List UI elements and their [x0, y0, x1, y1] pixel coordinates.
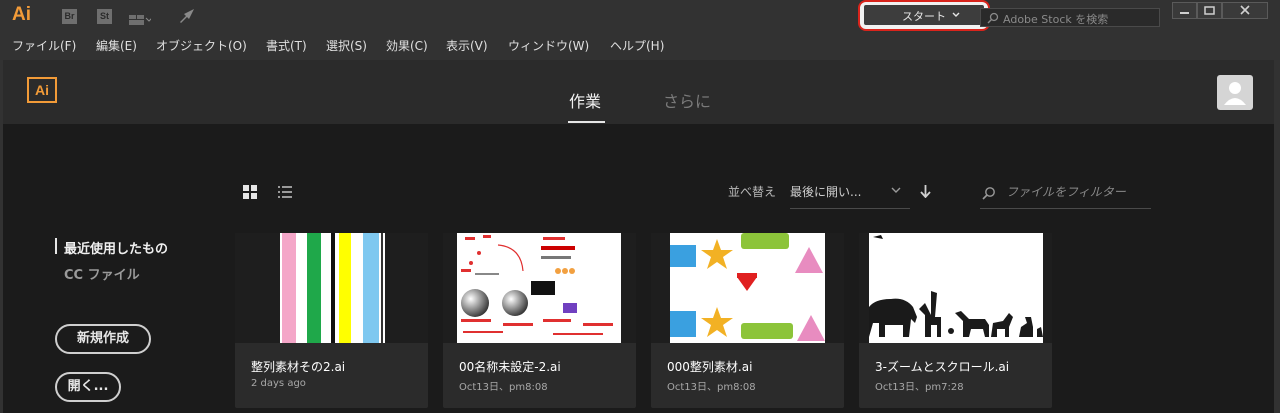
menu-effect[interactable]: 効果(C): [386, 37, 428, 54]
search-icon: [982, 187, 995, 200]
close-button[interactable]: [1222, 2, 1268, 19]
sort-dropdown[interactable]: 最後に開い...: [790, 178, 910, 209]
menu-view[interactable]: 表示(V): [446, 37, 488, 54]
stock-icon[interactable]: St: [97, 9, 112, 24]
file-name: 3-ズームとスクロール.ai: [875, 360, 1010, 374]
file-name: 000整列素材.ai: [667, 360, 753, 374]
file-date: Oct13日、pm7:28: [875, 382, 964, 393]
sort-direction-icon[interactable]: [920, 185, 931, 198]
file-date: Oct13日、pm8:08: [667, 382, 756, 393]
menu-select[interactable]: 選択(S): [326, 37, 367, 54]
chevron-down-icon: [891, 187, 901, 193]
sidebar-active-indicator: [55, 238, 57, 254]
filter-placeholder: ファイルをフィルター: [1006, 185, 1126, 199]
title-bar: Ai Br St スタート Adobe Stock を検索: [0, 0, 1280, 32]
sidebar-item-recent[interactable]: 最近使用したもの: [64, 238, 168, 257]
file-card[interactable]: 整列素材その2.ai 2 days ago: [235, 233, 428, 408]
file-thumbnail: [443, 233, 636, 343]
file-date: 2 days ago: [251, 378, 306, 389]
home-header: [3, 60, 1274, 124]
file-thumbnail: [859, 233, 1052, 343]
file-filter-input[interactable]: ファイルをフィルター: [980, 178, 1151, 209]
tab-work[interactable]: 作業: [569, 88, 601, 112]
stock-search-input[interactable]: Adobe Stock を検索: [980, 8, 1160, 27]
active-tab-indicator: [568, 121, 605, 123]
menu-window[interactable]: ウィンドウ(W): [508, 37, 589, 54]
sort-value: 最後に開い...: [790, 185, 862, 199]
stock-search-placeholder: Adobe Stock を検索: [1003, 13, 1109, 26]
menu-type[interactable]: 書式(T): [266, 37, 307, 54]
app-logo: Ai: [12, 4, 31, 25]
arrange-documents-icon[interactable]: [129, 11, 153, 25]
menu-edit[interactable]: 編集(E): [96, 37, 137, 54]
user-icon: [1224, 82, 1246, 105]
list-view-icon[interactable]: [278, 184, 292, 198]
minimize-button[interactable]: [1172, 2, 1197, 19]
workspace-label: スタート: [902, 10, 946, 23]
maximize-button[interactable]: [1197, 2, 1222, 19]
menu-help[interactable]: ヘルプ(H): [610, 37, 664, 54]
sidebar-item-cc-files[interactable]: CC ファイル: [64, 264, 140, 283]
open-file-button[interactable]: 開く...: [55, 372, 121, 402]
menu-file[interactable]: ファイル(F): [12, 37, 76, 54]
home-app-logo: Ai: [27, 77, 57, 103]
menu-bar: ファイル(F) 編集(E) オブジェクト(O) 書式(T) 選択(S) 効果(C…: [0, 32, 1280, 56]
file-date: Oct13日、pm8:08: [459, 382, 548, 393]
menu-object[interactable]: オブジェクト(O): [156, 37, 247, 54]
file-card[interactable]: 000整列素材.ai Oct13日、pm8:08: [651, 233, 844, 408]
workspace-dropdown[interactable]: スタート: [864, 5, 984, 25]
user-avatar[interactable]: [1217, 75, 1253, 110]
file-name: 00名称未設定-2.ai: [459, 360, 561, 374]
chevron-down-icon: [952, 12, 960, 17]
file-card[interactable]: 3-ズームとスクロール.ai Oct13日、pm7:28: [859, 233, 1052, 408]
workspace-switcher[interactable]: スタート: [858, 0, 990, 31]
gpu-performance-icon[interactable]: [178, 8, 196, 24]
sort-label: 並べ替え: [728, 185, 777, 199]
file-thumbnail: [651, 233, 844, 343]
new-file-button[interactable]: 新規作成: [55, 324, 151, 354]
bridge-icon[interactable]: Br: [62, 9, 77, 24]
search-icon: [987, 12, 999, 24]
file-name: 整列素材その2.ai: [251, 360, 346, 374]
grid-view-icon[interactable]: [243, 184, 257, 199]
file-card[interactable]: 00名称未設定-2.ai Oct13日、pm8:08: [443, 233, 636, 408]
file-thumbnail: [235, 233, 428, 343]
tab-more[interactable]: さらに: [663, 88, 711, 112]
